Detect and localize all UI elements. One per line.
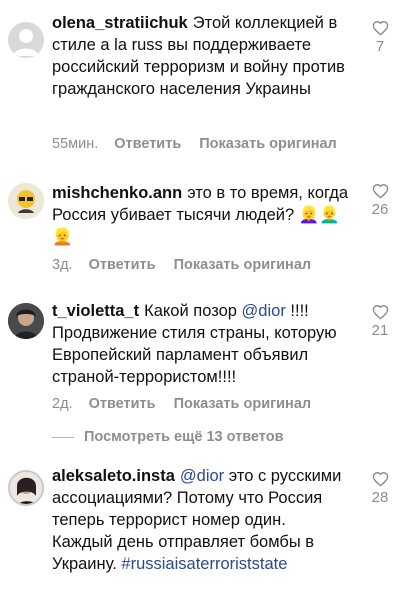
- divider: [52, 436, 74, 438]
- heart-outline-icon[interactable]: [365, 20, 395, 36]
- comment-username[interactable]: olena_stratiichuk: [52, 14, 188, 32]
- mention-link[interactable]: @dior: [242, 302, 286, 320]
- avatar[interactable]: [8, 470, 44, 506]
- like-control: 7: [365, 20, 395, 55]
- like-control: 26: [365, 183, 395, 218]
- comment-text: mishchenko.ann это в то время, когда Росс…: [52, 182, 350, 248]
- heart-outline-icon[interactable]: [365, 471, 395, 487]
- like-count: 26: [371, 201, 389, 218]
- comment-text: olena_stratiichuk Этой коллекцией в стиле…: [52, 12, 350, 100]
- reply-button[interactable]: Ответить: [114, 136, 181, 152]
- comment-username[interactable]: t_violetta_t: [52, 302, 139, 320]
- mention-link[interactable]: @dior: [180, 467, 224, 485]
- heart-outline-icon[interactable]: [365, 183, 395, 199]
- like-count: 28: [371, 489, 389, 506]
- comment-text: t_violetta_t Какой позор @dior !!!! Продв…: [52, 300, 350, 388]
- comment-meta: 2д. Ответить Показать оригинал: [52, 396, 311, 412]
- comment-text: aleksaleto.insta @dior это с русскими асс…: [52, 465, 350, 575]
- show-original-button[interactable]: Показать оригинал: [174, 396, 312, 412]
- like-count: 21: [371, 322, 389, 339]
- view-more-replies-label[interactable]: Посмотреть ещё 13 ответов: [84, 429, 283, 445]
- comment-username[interactable]: aleksaleto.insta: [52, 467, 175, 485]
- view-more-replies[interactable]: Посмотреть ещё 13 ответов: [52, 429, 283, 445]
- comment-time: 55мин.: [52, 136, 99, 152]
- comment-meta: 3д. Ответить Показать оригинал: [52, 257, 311, 273]
- hashtag-link[interactable]: #russiaisaterroriststate: [121, 555, 287, 573]
- avatar[interactable]: [8, 183, 44, 219]
- comment-meta: 55мин. Ответить Показать оригинал: [52, 136, 337, 152]
- avatar[interactable]: [8, 22, 44, 58]
- reply-button[interactable]: Ответить: [89, 396, 156, 412]
- comment-time: 3д.: [52, 257, 73, 273]
- comment-body: Какой позор: [144, 302, 237, 320]
- comment-time: 2д.: [52, 396, 73, 412]
- like-control: 28: [365, 471, 395, 506]
- heart-outline-icon[interactable]: [365, 304, 395, 320]
- avatar[interactable]: [8, 303, 44, 339]
- reply-button[interactable]: Ответить: [89, 257, 156, 273]
- comment-username[interactable]: mishchenko.ann: [52, 184, 182, 202]
- show-original-button[interactable]: Показать оригинал: [174, 257, 312, 273]
- like-count: 7: [375, 38, 385, 55]
- show-original-button[interactable]: Показать оригинал: [199, 136, 337, 152]
- like-control: 21: [365, 304, 395, 339]
